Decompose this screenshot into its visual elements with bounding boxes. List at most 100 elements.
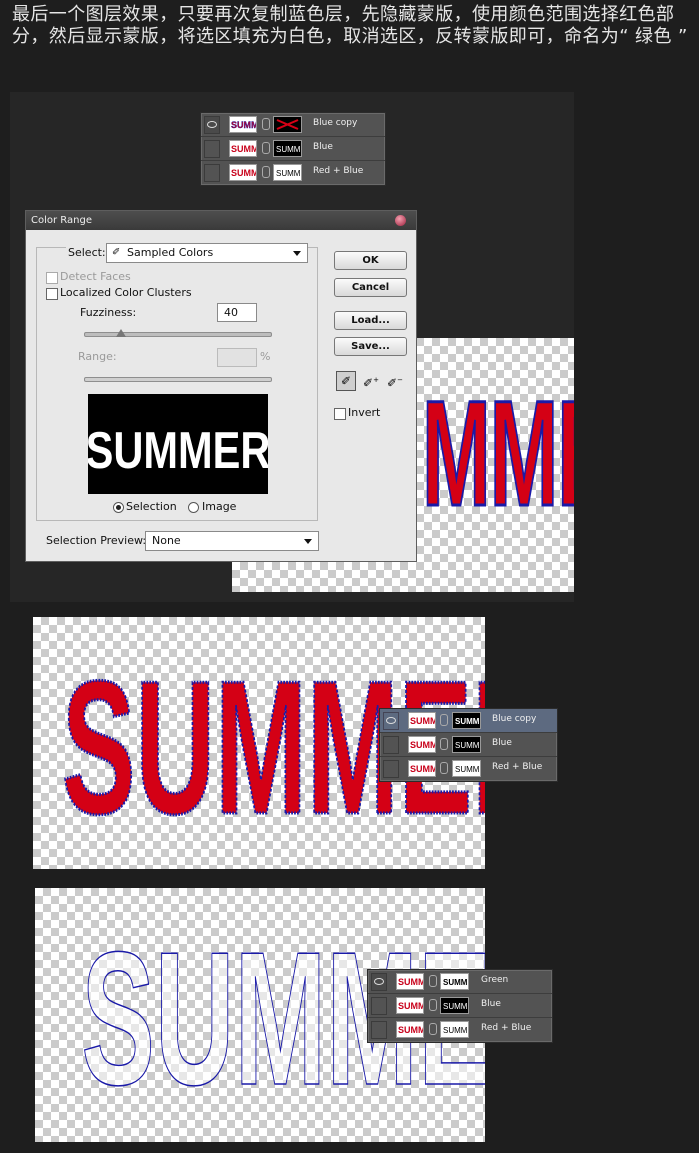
- layer-name: Red + Blue: [313, 166, 364, 176]
- link-icon[interactable]: [440, 714, 448, 726]
- layer-thumbnail: SUMMER: [408, 712, 436, 729]
- selection-preview-image: SUMMER: [88, 394, 268, 494]
- layer-name: Blue: [313, 142, 333, 152]
- layer-mask-thumbnail[interactable]: SUMMER: [273, 140, 302, 157]
- ok-button[interactable]: OK: [334, 251, 407, 270]
- eye-icon[interactable]: [204, 116, 220, 134]
- layer-row-selected[interactable]: SUMMER SUMMER Blue copy: [380, 709, 557, 733]
- svg-text:SUMMER: SUMMER: [398, 1025, 423, 1035]
- svg-text:SUMMER: SUMMER: [398, 977, 423, 987]
- layer-thumbnail: SUMMER: [396, 997, 424, 1014]
- select-dropdown[interactable]: ✐ Sampled Colors: [106, 243, 308, 263]
- localized-clusters-checkbox[interactable]: [46, 288, 58, 300]
- layer-name: Red + Blue: [492, 762, 543, 772]
- save-button[interactable]: Save...: [334, 337, 407, 356]
- preview-text: SUMMER: [88, 421, 268, 480]
- invert-checkbox[interactable]: [334, 408, 346, 420]
- detect-faces-label: Detect Faces: [60, 270, 131, 283]
- layer-row[interactable]: SUMMER SUMMER Blue: [201, 137, 385, 161]
- chevron-down-icon: [293, 251, 301, 256]
- svg-text:SUMMER: SUMMER: [410, 740, 435, 750]
- layer-row[interactable]: SUMMER SUMMER Red + Blue: [380, 757, 557, 780]
- visibility-toggle[interactable]: [383, 736, 399, 754]
- link-icon[interactable]: [262, 118, 270, 130]
- selection-preview-label: Selection Preview:: [46, 534, 147, 547]
- layer-row[interactable]: SUMMER SUMMER Red + Blue: [368, 1018, 552, 1041]
- layer-mask-thumbnail[interactable]: SUMMER: [452, 736, 481, 753]
- eyedropper-icon: ✐: [112, 247, 121, 258]
- detect-faces-checkbox[interactable]: [46, 272, 58, 284]
- link-icon[interactable]: [440, 738, 448, 750]
- layer-row[interactable]: SUMMER SUMMER Blue: [380, 733, 557, 757]
- cancel-button[interactable]: Cancel: [334, 278, 407, 297]
- svg-text:SUMMER: SUMMER: [231, 168, 256, 178]
- layer-mask-thumbnail[interactable]: SUMMER: [440, 1021, 469, 1038]
- selection-radio[interactable]: [113, 502, 124, 513]
- visibility-toggle[interactable]: [371, 997, 387, 1015]
- chevron-down-icon: [304, 539, 312, 544]
- svg-text:SUMMER: SUMMER: [276, 145, 301, 154]
- svg-text:SUMMER: SUMMER: [455, 741, 480, 750]
- select-label: Select:: [66, 246, 108, 259]
- eyedropper-plus-icon[interactable]: ✐+: [362, 371, 380, 390]
- layer-row[interactable]: SUMMER SUMMER Red + Blue: [201, 161, 385, 184]
- svg-text:SUMMER: SUMMER: [443, 978, 468, 987]
- layer-mask-thumbnail[interactable]: SUMMER: [440, 997, 469, 1014]
- link-icon[interactable]: [429, 1023, 437, 1035]
- svg-text:SUMMER: SUMMER: [443, 1002, 468, 1011]
- fuzziness-slider-handle[interactable]: [116, 329, 126, 337]
- visibility-toggle[interactable]: [371, 1021, 387, 1039]
- fuzziness-slider-track[interactable]: [84, 332, 272, 337]
- visibility-toggle[interactable]: [204, 140, 220, 158]
- dialog-title: Color Range: [26, 211, 416, 230]
- intro-text: 最后一个图层效果，只要再次复制蓝色层，先隐藏蒙版，使用颜色范围选择红色部分，然后…: [12, 4, 688, 47]
- layer-name: Blue: [481, 999, 501, 1009]
- range-slider-track[interactable]: [84, 377, 272, 382]
- link-icon[interactable]: [440, 762, 448, 774]
- selection-preview-dropdown[interactable]: None: [145, 531, 319, 551]
- svg-text:SUMMER: SUMMER: [455, 717, 480, 726]
- layer-mask-thumbnail[interactable]: SUMMER: [440, 973, 469, 990]
- link-icon[interactable]: [262, 166, 270, 178]
- layer-mask-thumbnail[interactable]: [273, 116, 302, 133]
- range-label: Range:: [78, 350, 117, 363]
- visibility-toggle[interactable]: [383, 760, 399, 778]
- layer-row[interactable]: SUMMER SUMMER Blue: [368, 994, 552, 1018]
- select-value: Sampled Colors: [127, 246, 214, 259]
- layer-mask-thumbnail[interactable]: SUMMER: [452, 760, 481, 777]
- layer-thumbnail: SUMMER: [229, 164, 257, 181]
- link-icon[interactable]: [429, 999, 437, 1011]
- layer-mask-thumbnail[interactable]: SUMMER: [452, 712, 481, 729]
- color-range-dialog: Color Range Select: ✐ Sampled Colors Det…: [25, 210, 417, 562]
- localized-clusters-label: Localized Color Clusters: [60, 286, 192, 299]
- link-icon[interactable]: [262, 142, 270, 154]
- range-input[interactable]: [217, 348, 257, 367]
- layer-name: Red + Blue: [481, 1023, 532, 1033]
- layers-panel-2: SUMMER SUMMER Blue copy SUMMER SUMMER Bl…: [379, 708, 558, 782]
- layer-mask-thumbnail[interactable]: SUMMER: [273, 164, 302, 181]
- svg-text:SUMMER: SUMMER: [398, 1001, 423, 1011]
- load-button[interactable]: Load...: [334, 311, 407, 330]
- svg-text:SUMMER: SUMMER: [455, 765, 480, 774]
- eyedropper-minus-icon[interactable]: ✐−: [386, 371, 404, 390]
- layer-thumbnail: SUMMER: [229, 140, 257, 157]
- svg-text:SUMMER: SUMMER: [276, 169, 301, 178]
- layer-thumbnail: SUMMER: [408, 760, 436, 777]
- layer-row-selected[interactable]: SUMMER SUMMER Green: [368, 970, 552, 994]
- selection-radio-label: Selection: [126, 500, 177, 513]
- link-icon[interactable]: [429, 975, 437, 987]
- svg-text:SUMMER: SUMMER: [231, 144, 256, 154]
- layer-name: Blue: [492, 738, 512, 748]
- canvas-text: MME: [421, 369, 574, 537]
- layer-thumbnail: SUMMER: [396, 973, 424, 990]
- fuzziness-input[interactable]: 40: [217, 303, 257, 322]
- close-icon[interactable]: [395, 215, 406, 226]
- eyedropper-icon[interactable]: ✐: [336, 371, 356, 391]
- svg-text:SUMMER: SUMMER: [231, 120, 256, 130]
- eye-icon[interactable]: [383, 712, 399, 730]
- eye-icon[interactable]: [371, 973, 387, 991]
- layer-row[interactable]: SUMMER Blue copy: [201, 113, 385, 137]
- layer-name: Blue copy: [313, 118, 358, 128]
- image-radio[interactable]: [188, 502, 199, 513]
- visibility-toggle[interactable]: [204, 164, 220, 182]
